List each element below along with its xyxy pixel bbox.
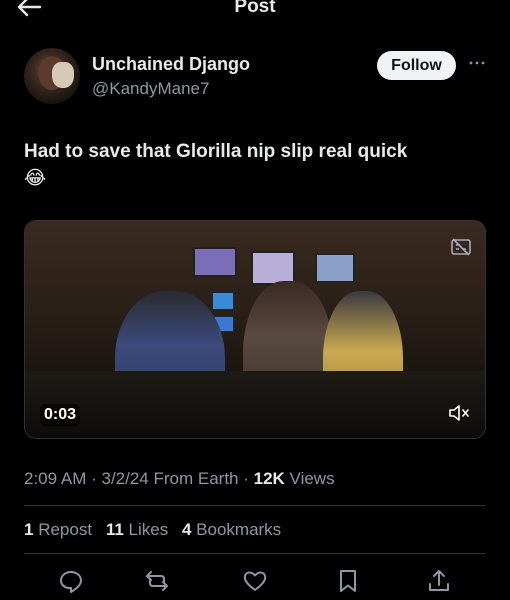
likes-count: 11: [105, 520, 124, 539]
video-monitor: [251, 251, 295, 285]
repost-icon[interactable]: [143, 567, 171, 595]
views-count: 12K: [253, 469, 285, 488]
avatar-hand: [52, 62, 74, 88]
video-desk: [25, 371, 485, 438]
reposts-stat[interactable]: 1 Repost: [24, 520, 92, 539]
post-meta: 2:09 AM · 3/2/24 From Earth · 12K Views: [24, 469, 335, 488]
video-monitor: [211, 291, 235, 311]
like-icon[interactable]: [241, 567, 269, 595]
video-monitor: [193, 247, 237, 277]
captions-off-icon[interactable]: [450, 237, 472, 257]
post-source: From Earth: [153, 469, 239, 488]
video-monitor: [315, 253, 355, 283]
bookmark-icon[interactable]: [334, 567, 362, 595]
views-label: Views: [289, 469, 335, 488]
video-player[interactable]: [24, 220, 486, 439]
tweet-text: Had to save that Glorilla nip slip real …: [24, 138, 484, 192]
speaker-muted-icon[interactable]: [447, 402, 471, 424]
top-bar: Post: [0, 0, 510, 22]
more-options-icon[interactable]: [467, 56, 487, 70]
post-date[interactable]: 3/2/24: [101, 469, 148, 488]
avatar[interactable]: [24, 48, 80, 104]
reply-icon[interactable]: [57, 567, 85, 595]
page-title: Post: [234, 0, 276, 17]
likes-label: Likes: [128, 520, 169, 539]
bookmarks-label: Bookmarks: [196, 520, 282, 539]
bookmarks-count: 4: [181, 520, 192, 539]
divider: [24, 505, 486, 506]
divider: [24, 553, 486, 554]
likes-stat[interactable]: 11 Likes: [106, 520, 168, 539]
engagement-stats: 1 Repost 11 Likes 4 Bookmarks: [24, 520, 290, 540]
laughing-emoji: 😂: [24, 168, 47, 189]
video-timecode: 0:03: [40, 404, 81, 426]
reposts-label: Repost: [38, 520, 93, 539]
post-time[interactable]: 2:09 AM: [24, 469, 86, 488]
reposts-count: 1: [24, 520, 34, 539]
share-icon[interactable]: [425, 567, 453, 595]
follow-button[interactable]: Follow: [377, 51, 456, 80]
author-display-name[interactable]: Unchained Django: [92, 54, 250, 75]
tweet-body: Had to save that Glorilla nip slip real …: [24, 141, 408, 162]
bookmarks-stat[interactable]: 4 Bookmarks: [182, 520, 281, 539]
author-handle[interactable]: @KandyMane7: [92, 79, 209, 99]
action-bar: [0, 567, 510, 597]
